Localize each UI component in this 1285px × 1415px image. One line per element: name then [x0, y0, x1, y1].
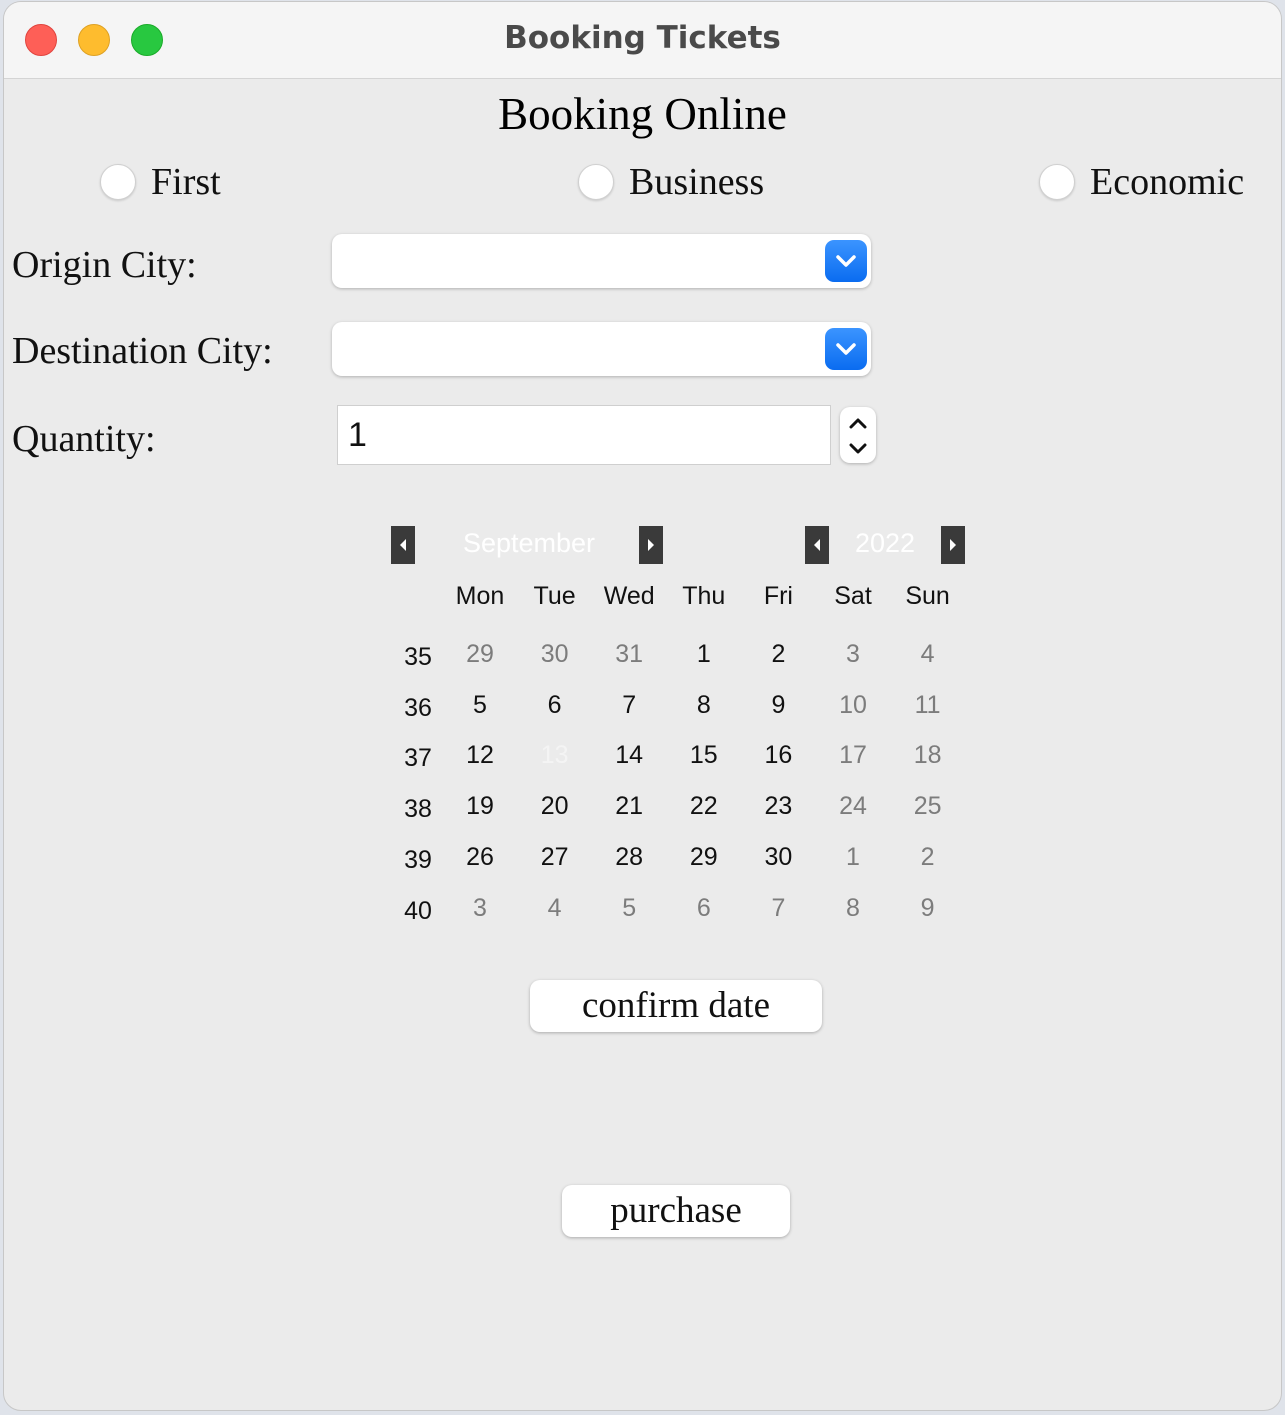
- month-label: September: [462, 528, 596, 558]
- triangle-left-icon: [400, 539, 406, 551]
- prev-month-button[interactable]: [391, 526, 415, 564]
- quantity-input[interactable]: 1: [337, 405, 831, 465]
- calendar-day[interactable]: 25: [891, 792, 965, 821]
- radio-circle-icon[interactable]: [578, 164, 614, 200]
- origin-city-select[interactable]: [332, 234, 871, 288]
- calendar-day[interactable]: 21: [592, 792, 666, 821]
- radio-first[interactable]: First: [100, 160, 221, 204]
- window-title: Booking Tickets: [504, 20, 781, 56]
- calendar-day[interactable]: 13: [518, 741, 592, 770]
- title-bar: Booking Tickets: [4, 2, 1281, 79]
- prev-year-button[interactable]: [805, 526, 829, 564]
- calendar-day[interactable]: 1: [667, 640, 741, 669]
- chevron-up-icon[interactable]: [840, 409, 876, 437]
- calendar-day[interactable]: 4: [518, 894, 592, 923]
- calendar-day[interactable]: 16: [741, 741, 815, 770]
- calendar-day[interactable]: 8: [667, 691, 741, 720]
- year-label: 2022: [854, 528, 916, 558]
- radio-circle-icon[interactable]: [1039, 164, 1075, 200]
- calendar-day[interactable]: 18: [891, 741, 965, 770]
- calendar-day[interactable]: 30: [518, 640, 592, 669]
- calendar-day[interactable]: 20: [518, 792, 592, 821]
- calendar-day[interactable]: 9: [891, 894, 965, 923]
- calendar-day[interactable]: 11: [891, 691, 965, 720]
- calendar-day[interactable]: 19: [443, 792, 517, 821]
- weekday-header: Fri: [763, 582, 793, 610]
- weekday-header: Sun: [905, 582, 950, 610]
- weekday-header: Wed: [603, 582, 655, 610]
- calendar-day[interactable]: 27: [518, 843, 592, 872]
- calendar-day[interactable]: 3: [816, 640, 890, 669]
- calendar-day[interactable]: 7: [741, 894, 815, 923]
- calendar-day[interactable]: 6: [667, 894, 741, 923]
- chevron-down-icon[interactable]: [825, 328, 867, 370]
- radio-economic-label: Economic: [1090, 161, 1245, 203]
- calendar-day[interactable]: 17: [816, 741, 890, 770]
- calendar-day[interactable]: 2: [891, 843, 965, 872]
- chevron-down-icon[interactable]: [840, 435, 876, 463]
- weekday-header: Mon: [455, 582, 505, 610]
- calendar-day[interactable]: 2: [741, 640, 815, 669]
- calendar-day[interactable]: 29: [667, 843, 741, 872]
- destination-city-select[interactable]: [332, 322, 871, 376]
- quantity-stepper[interactable]: [840, 407, 876, 463]
- calendar-day[interactable]: 30: [741, 843, 815, 872]
- triangle-left-icon: [814, 539, 820, 551]
- calendar-day[interactable]: 8: [816, 894, 890, 923]
- weekday-header: Thu: [682, 582, 726, 610]
- destination-city-label: Destination City:: [12, 330, 273, 372]
- calendar-day[interactable]: 31: [592, 640, 666, 669]
- triangle-right-icon: [648, 539, 654, 551]
- chevron-down-icon[interactable]: [825, 240, 867, 282]
- next-month-button[interactable]: [639, 526, 663, 564]
- next-year-button[interactable]: [941, 526, 965, 564]
- booking-window: Booking Tickets Booking Online First Bus…: [3, 1, 1282, 1411]
- purchase-button[interactable]: purchase: [562, 1185, 790, 1237]
- calendar-day[interactable]: 7: [592, 691, 666, 720]
- confirm-date-button[interactable]: confirm date: [530, 980, 822, 1032]
- origin-city-label: Origin City:: [12, 244, 197, 286]
- radio-circle-icon[interactable]: [100, 164, 136, 200]
- page-heading: Booking Online: [498, 89, 787, 139]
- calendar-day[interactable]: 14: [592, 741, 666, 770]
- radio-business[interactable]: Business: [578, 160, 764, 204]
- calendar-day[interactable]: 28: [592, 843, 666, 872]
- calendar-day[interactable]: 26: [443, 843, 517, 872]
- calendar-day[interactable]: 15: [667, 741, 741, 770]
- calendar-day[interactable]: 24: [816, 792, 890, 821]
- calendar-day[interactable]: 1: [816, 843, 890, 872]
- radio-economic[interactable]: Economic: [1039, 160, 1244, 204]
- calendar-day[interactable]: 4: [891, 640, 965, 669]
- radio-first-label: First: [151, 161, 221, 203]
- calendar-day[interactable]: 23: [741, 792, 815, 821]
- weekday-header: Sat: [834, 582, 872, 610]
- calendar-day[interactable]: 9: [741, 691, 815, 720]
- weekday-header: Tue: [533, 582, 576, 610]
- calendar-day[interactable]: 10: [816, 691, 890, 720]
- calendar-day[interactable]: 6: [518, 691, 592, 720]
- calendar-day[interactable]: 5: [443, 691, 517, 720]
- calendar-day[interactable]: 5: [592, 894, 666, 923]
- calendar-day[interactable]: 29: [443, 640, 517, 669]
- radio-business-label: Business: [629, 161, 765, 203]
- calendar-day[interactable]: 22: [667, 792, 741, 821]
- calendar-day[interactable]: 3: [443, 894, 517, 923]
- triangle-right-icon: [950, 539, 956, 551]
- calendar-day[interactable]: 12: [443, 741, 517, 770]
- quantity-label: Quantity:: [12, 418, 156, 460]
